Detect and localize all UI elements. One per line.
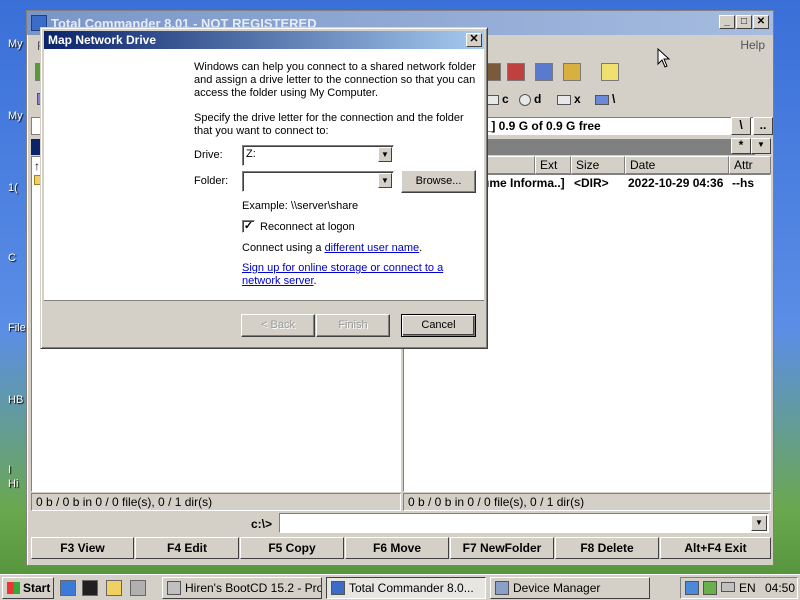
network-tray-icon[interactable]	[685, 581, 699, 595]
network-icon	[595, 94, 609, 105]
drive-value: Z:	[246, 148, 256, 160]
task-device-manager[interactable]: Device Manager	[490, 577, 650, 599]
menu-item-help[interactable]: Help	[740, 38, 765, 52]
col-ext-header[interactable]: Ext	[535, 156, 571, 174]
safely-remove-icon[interactable]	[703, 581, 717, 595]
drive-label: Drive:	[194, 149, 223, 161]
cmdline-dropdown-icon[interactable]: ▼	[751, 515, 767, 531]
reconnect-checkbox[interactable]: ✓	[242, 220, 255, 233]
reconnect-label[interactable]: Reconnect at logon	[260, 221, 355, 234]
app-icon	[167, 581, 181, 595]
f4-edit-button[interactable]: F4 Edit	[135, 537, 239, 559]
intro-line-2: and assign a drive letter to the connect…	[194, 74, 476, 86]
alt-f4-exit-button[interactable]: Alt+F4 Exit	[660, 537, 771, 559]
col-size-header[interactable]: Size	[571, 156, 625, 174]
close-button[interactable]: ✕	[753, 15, 769, 29]
hotlist-button[interactable]: ▼	[751, 138, 771, 154]
drive-x-button[interactable]: x	[557, 92, 581, 106]
drive-icon	[557, 94, 571, 105]
explorer-icon[interactable]	[106, 580, 122, 596]
computer-icon	[495, 581, 509, 595]
network-drive-button[interactable]: \	[595, 92, 615, 106]
file-name: ume Informa..]	[482, 176, 565, 190]
toolbar-ftp-icon[interactable]	[563, 63, 581, 81]
system-tray: EN 04:50	[680, 577, 798, 599]
folder-label: Folder:	[194, 175, 229, 187]
internet-explorer-icon[interactable]	[60, 580, 76, 596]
clock[interactable]: 04:50	[765, 578, 795, 598]
f8-delete-button[interactable]: F8 Delete	[555, 537, 659, 559]
left-status-bar: 0 b / 0 b in 0 / 0 file(s), 0 / 1 dir(s)	[31, 493, 401, 511]
app-icon	[331, 581, 345, 595]
example-text: Example: \\server\share	[242, 200, 359, 212]
file-date: 2022-10-29 04:36	[628, 176, 724, 190]
specify-line-2: that you want to connect to:	[194, 125, 329, 137]
toolbar-unpack-icon[interactable]	[507, 63, 525, 81]
dialog-title: Map Network Drive	[48, 33, 157, 47]
drive-d-button[interactable]: d	[519, 92, 541, 106]
folder-combo[interactable]: ▼	[242, 171, 394, 192]
parent-dir-button[interactable]: ..	[753, 117, 773, 135]
history-button[interactable]: *	[731, 138, 751, 154]
desktop-label[interactable]: HB	[8, 394, 23, 406]
signup-line-2: network server.	[242, 275, 317, 287]
desktop-label[interactable]: I	[8, 464, 11, 476]
signup-link-line-2[interactable]: network server	[242, 275, 314, 287]
toolbar-network-icon[interactable]	[535, 63, 553, 81]
chevron-down-icon[interactable]: ▼	[378, 147, 392, 162]
col-attr-header[interactable]: Attr	[729, 156, 771, 174]
col-date-header[interactable]: Date	[625, 156, 729, 174]
finish-button[interactable]: Finish	[316, 314, 390, 337]
mouse-cursor-icon	[657, 48, 671, 68]
free-space-info: e_] 0.9 G of 0.9 G free	[473, 117, 755, 135]
desktop-label[interactable]: My	[8, 110, 23, 122]
device-icon[interactable]	[130, 580, 146, 596]
f6-move-button[interactable]: F6 Move	[345, 537, 449, 559]
root-dir-button[interactable]: \	[731, 117, 751, 135]
language-indicator[interactable]: EN	[739, 578, 756, 598]
file-attr: --hs	[732, 176, 754, 190]
chevron-down-icon[interactable]: ▼	[378, 173, 392, 188]
desktop-label[interactable]: My	[8, 38, 23, 50]
desktop-label[interactable]: C	[8, 252, 16, 264]
dialog-title-bar[interactable]: Map Network Drive ✕	[44, 31, 484, 49]
desktop-label[interactable]: Hi	[8, 478, 18, 490]
different-user-name-link[interactable]: different user name	[325, 242, 420, 254]
f3-view-button[interactable]: F3 View	[31, 537, 134, 559]
f7-newfolder-button[interactable]: F7 NewFolder	[450, 537, 554, 559]
signup-link-line-1[interactable]: Sign up for online storage or connect to…	[242, 262, 443, 275]
cancel-button[interactable]: Cancel	[401, 314, 476, 337]
drive-tray-icon[interactable]	[721, 582, 735, 592]
desktop-label[interactable]: File	[8, 322, 26, 334]
task-total-commander[interactable]: Total Commander 8.0...	[326, 577, 486, 599]
maximize-button[interactable]: □	[736, 15, 752, 29]
start-label: Start	[23, 581, 51, 595]
cmdline-path: c:\>	[251, 517, 273, 531]
desktop-label[interactable]: 1(	[8, 182, 18, 194]
toolbar-notepad-icon[interactable]	[601, 63, 619, 81]
dialog-close-button[interactable]: ✕	[466, 33, 482, 47]
cd-drive-icon	[519, 93, 531, 106]
file-size: <DIR>	[574, 176, 609, 190]
command-prompt-icon[interactable]	[82, 580, 98, 596]
drive-combo[interactable]: Z: ▼	[242, 145, 394, 166]
browse-button[interactable]: Browse...	[401, 170, 476, 193]
right-status-bar: 0 b / 0 b in 0 / 0 file(s), 0 / 1 dir(s)	[403, 493, 771, 511]
command-line-input[interactable]: ▼	[279, 513, 769, 533]
taskbar: Start Hiren's BootCD 15.2 - Pro... Total…	[0, 574, 800, 600]
windows-logo-icon	[7, 582, 20, 594]
map-network-drive-dialog: Map Network Drive ✕ Windows can help you…	[40, 27, 488, 349]
start-button[interactable]: Start	[2, 577, 54, 599]
minimize-button[interactable]: _	[719, 15, 735, 29]
specify-line-1: Specify the drive letter for the connect…	[194, 112, 464, 124]
intro-line-3: access the folder using My Computer.	[194, 87, 379, 99]
f5-copy-button[interactable]: F5 Copy	[240, 537, 344, 559]
connect-using-text: Connect using a different user name.	[242, 242, 423, 254]
task-hirens-bootcd[interactable]: Hiren's BootCD 15.2 - Pro...	[162, 577, 322, 599]
back-button[interactable]: < Back	[241, 314, 315, 337]
intro-line-1: Windows can help you connect to a shared…	[194, 61, 476, 73]
dialog-footer: < Back Finish Cancel	[44, 300, 484, 347]
drive-c-button[interactable]: c	[485, 92, 509, 106]
